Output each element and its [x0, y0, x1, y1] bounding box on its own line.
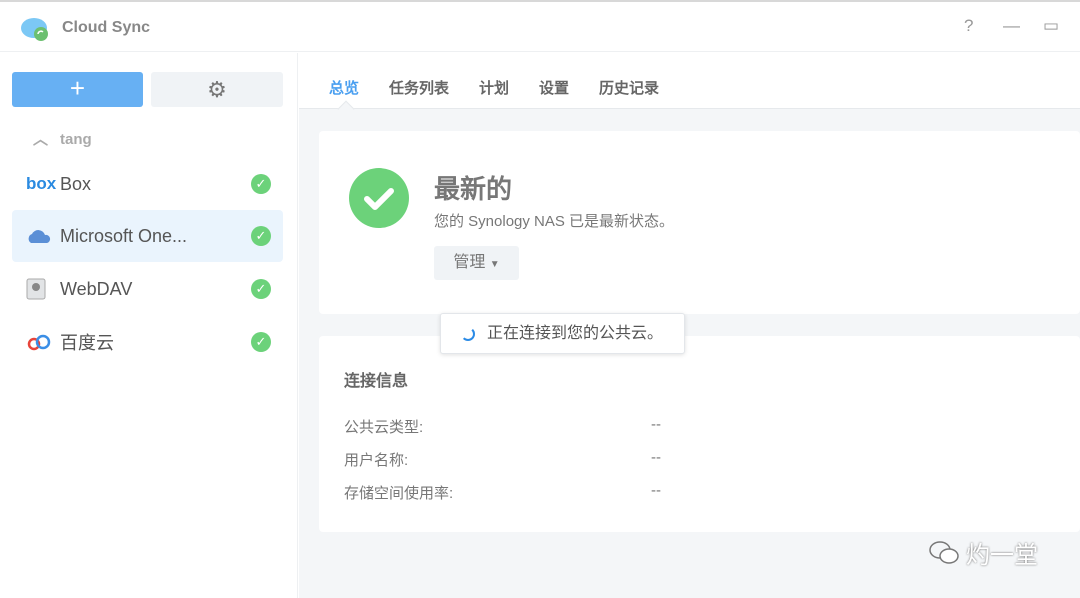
cloud-sync-app-icon	[21, 18, 48, 41]
settings-gear-button[interactable]: ⚙	[151, 72, 283, 107]
caret-down-icon: ▼	[489, 259, 500, 270]
webdav-server-icon	[26, 278, 60, 300]
box-logo-icon: box	[26, 174, 57, 193]
tab-overview[interactable]: 总览	[329, 77, 359, 98]
watermark-text: 灼一堂	[966, 542, 1038, 569]
sidebar-item-label: Microsoft One...	[60, 225, 188, 246]
check-icon: ✓	[251, 279, 271, 299]
sidebar-item-baidu[interactable]: 百度云 ✓	[12, 316, 283, 368]
connecting-toast: 正在连接到您的公共云。	[440, 313, 685, 354]
info-value: --	[651, 449, 661, 466]
app-title: Cloud Sync	[62, 19, 151, 36]
tab-settings[interactable]: 设置	[539, 77, 569, 98]
wechat-icon	[929, 540, 959, 564]
info-label: 用户名称:	[344, 452, 409, 469]
help-button[interactable]: ?	[964, 16, 973, 36]
success-check-icon	[349, 168, 409, 228]
sidebar-item-onedrive[interactable]: Microsoft One... ✓	[12, 210, 283, 262]
manage-dropdown-button[interactable]: 管理 ▼	[434, 246, 519, 280]
check-icon: ✓	[251, 226, 271, 246]
tab-pointer	[337, 100, 355, 118]
sidebar-item-webdav[interactable]: WebDAV ✓	[12, 263, 283, 315]
sidebar-item-label: WebDAV	[60, 278, 133, 299]
status-card: 最新的 您的 Synology NAS 已是最新状态。 管理 ▼	[319, 131, 1080, 314]
status-title: 最新的	[434, 174, 513, 204]
add-connection-button[interactable]: +	[12, 72, 143, 107]
info-label: 存储空间使用率:	[344, 485, 454, 502]
sidebar-item-label: Box	[60, 173, 92, 194]
connection-info-card: 连接信息 公共云类型: -- 用户名称: -- 存储空间使用率: --	[319, 336, 1080, 532]
sidebar-item-label: 百度云	[60, 333, 114, 353]
watermark: 灼一堂	[928, 535, 1038, 570]
chevron-up-icon: ︿	[33, 131, 49, 148]
loading-spinner-icon	[461, 327, 475, 341]
status-description: 您的 Synology NAS 已是最新状态。	[434, 213, 675, 230]
info-value: --	[651, 482, 661, 499]
info-value: --	[651, 416, 661, 433]
tab-bar: 总览 任务列表 计划 设置 历史记录	[299, 53, 1080, 118]
info-label: 公共云类型:	[344, 419, 424, 436]
group-label: tang	[60, 131, 92, 148]
check-icon: ✓	[251, 332, 271, 352]
check-icon: ✓	[251, 174, 271, 194]
tab-schedule[interactable]: 计划	[479, 77, 509, 98]
baidu-cloud-icon	[26, 333, 60, 351]
minimize-button[interactable]: —	[1003, 16, 1020, 36]
group-header[interactable]: ︿ tang	[33, 128, 92, 149]
tab-history[interactable]: 历史记录	[599, 77, 659, 98]
sidebar-item-box[interactable]: box Box ✓	[12, 158, 283, 210]
maximize-button[interactable]: ▭	[1043, 16, 1059, 36]
toast-message: 正在连接到您的公共云。	[487, 325, 664, 342]
tab-task-list[interactable]: 任务列表	[389, 77, 449, 98]
onedrive-icon	[26, 228, 60, 244]
title-bar: Cloud Sync ? — ▭	[0, 2, 1080, 52]
main-panel: 总览 任务列表 计划 设置 历史记录 最新的 您的 Synology NAS 已…	[299, 53, 1080, 598]
section-title: 连接信息	[344, 373, 409, 390]
sidebar: + ⚙ ︿ tang box Box ✓ Microsoft One... ✓ W…	[0, 53, 298, 598]
manage-label: 管理	[453, 254, 486, 271]
